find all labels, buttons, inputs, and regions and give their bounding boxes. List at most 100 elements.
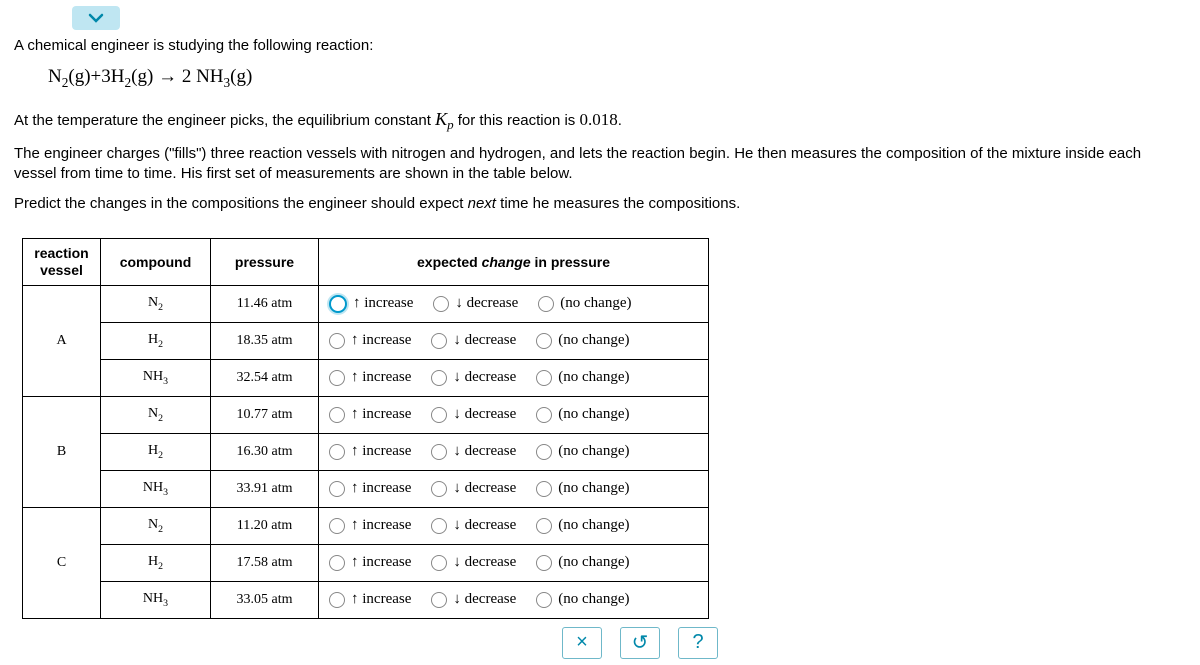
radio-increase[interactable] — [329, 407, 345, 423]
radio-label-increase: ↑ increase — [351, 480, 411, 497]
radio-increase[interactable] — [329, 518, 345, 534]
radio-nochange[interactable] — [536, 333, 552, 349]
expected-change-cell: ↑ increase ↓ decrease (no change) — [319, 544, 709, 581]
radio-label-decrease: ↓ decrease — [455, 295, 518, 312]
radio-increase[interactable] — [329, 592, 345, 608]
compound-cell: H2 — [101, 433, 211, 470]
x-icon: × — [576, 631, 588, 654]
radio-nochange[interactable] — [538, 296, 554, 312]
radio-label-decrease: ↓ decrease — [453, 554, 516, 571]
radio-decrease[interactable] — [431, 481, 447, 497]
expected-change-cell: ↑ increase ↓ decrease (no change) — [319, 470, 709, 507]
intro-line-3: The engineer charges ("fills") three rea… — [14, 144, 1186, 185]
radio-label-nochange: (no change) — [558, 332, 629, 349]
radio-label-decrease: ↓ decrease — [453, 332, 516, 349]
radio-label-decrease: ↓ decrease — [453, 591, 516, 608]
compound-cell: N2 — [101, 507, 211, 544]
radio-nochange[interactable] — [536, 444, 552, 460]
radio-increase[interactable] — [329, 295, 347, 313]
collapse-toggle[interactable] — [72, 6, 120, 30]
radio-label-increase: ↑ increase — [351, 406, 411, 423]
vessel-id: B — [23, 396, 101, 507]
compound-cell: NH3 — [101, 581, 211, 618]
radio-decrease[interactable] — [431, 333, 447, 349]
radio-label-increase: ↑ increase — [351, 332, 411, 349]
pressure-cell: 17.58 atm — [211, 544, 319, 581]
radio-increase[interactable] — [329, 555, 345, 571]
pressure-cell: 10.77 atm — [211, 396, 319, 433]
reaction-equation: N2(g)+3H2(g) → 2 NH3(g) — [48, 66, 1186, 91]
intro-line-2: At the temperature the engineer picks, t… — [14, 107, 1186, 134]
compound-cell: NH3 — [101, 470, 211, 507]
radio-decrease[interactable] — [431, 444, 447, 460]
radio-decrease[interactable] — [431, 370, 447, 386]
radio-label-increase: ↑ increase — [351, 591, 411, 608]
pressure-cell: 33.05 atm — [211, 581, 319, 618]
radio-label-increase: ↑ increase — [351, 369, 411, 386]
radio-nochange[interactable] — [536, 555, 552, 571]
radio-label-nochange: (no change) — [558, 591, 629, 608]
radio-label-decrease: ↓ decrease — [453, 480, 516, 497]
radio-nochange[interactable] — [536, 407, 552, 423]
radio-increase[interactable] — [329, 444, 345, 460]
radio-decrease[interactable] — [431, 407, 447, 423]
pressure-cell: 18.35 atm — [211, 322, 319, 359]
pressure-cell: 11.20 atm — [211, 507, 319, 544]
pressure-cell: 33.91 atm — [211, 470, 319, 507]
radio-nochange[interactable] — [536, 481, 552, 497]
radio-increase[interactable] — [329, 481, 345, 497]
pressure-cell: 32.54 atm — [211, 359, 319, 396]
clear-button[interactable]: × — [562, 627, 602, 659]
radio-increase[interactable] — [329, 370, 345, 386]
header-change: expected change in pressure — [319, 239, 709, 286]
expected-change-cell: ↑ increase ↓ decrease (no change) — [319, 285, 709, 322]
expected-change-cell: ↑ increase ↓ decrease (no change) — [319, 359, 709, 396]
radio-label-increase: ↑ increase — [351, 517, 411, 534]
compound-cell: H2 — [101, 322, 211, 359]
vessel-id: C — [23, 507, 101, 618]
radio-increase[interactable] — [329, 333, 345, 349]
expected-change-cell: ↑ increase ↓ decrease (no change) — [319, 581, 709, 618]
compound-cell: H2 — [101, 544, 211, 581]
radio-label-increase: ↑ increase — [351, 554, 411, 571]
intro-line-4: Predict the changes in the compositions … — [14, 194, 1186, 214]
expected-change-cell: ↑ increase ↓ decrease (no change) — [319, 396, 709, 433]
reset-button[interactable]: ↺ — [620, 627, 660, 659]
radio-decrease[interactable] — [431, 518, 447, 534]
compound-cell: N2 — [101, 396, 211, 433]
radio-label-nochange: (no change) — [558, 554, 629, 571]
radio-label-nochange: (no change) — [558, 406, 629, 423]
expected-change-cell: ↑ increase ↓ decrease (no change) — [319, 433, 709, 470]
chevron-down-icon — [88, 13, 104, 23]
header-vessel: reaction vessel — [23, 239, 101, 286]
radio-label-nochange: (no change) — [560, 295, 631, 312]
header-compound: compound — [101, 239, 211, 286]
expected-change-cell: ↑ increase ↓ decrease (no change) — [319, 322, 709, 359]
radio-nochange[interactable] — [536, 370, 552, 386]
radio-nochange[interactable] — [536, 592, 552, 608]
radio-label-nochange: (no change) — [558, 517, 629, 534]
radio-decrease[interactable] — [431, 555, 447, 571]
measurements-table: reaction vessel compound pressure expect… — [22, 238, 709, 619]
compound-cell: NH3 — [101, 359, 211, 396]
radio-decrease[interactable] — [433, 296, 449, 312]
header-pressure: pressure — [211, 239, 319, 286]
radio-label-nochange: (no change) — [558, 480, 629, 497]
radio-label-decrease: ↓ decrease — [453, 369, 516, 386]
pressure-cell: 16.30 atm — [211, 433, 319, 470]
radio-label-nochange: (no change) — [558, 443, 629, 460]
compound-cell: N2 — [101, 285, 211, 322]
radio-decrease[interactable] — [431, 592, 447, 608]
radio-label-decrease: ↓ decrease — [453, 443, 516, 460]
reset-icon: ↺ — [632, 630, 649, 655]
help-icon: ? — [692, 631, 703, 654]
radio-nochange[interactable] — [536, 518, 552, 534]
radio-label-increase: ↑ increase — [351, 443, 411, 460]
expected-change-cell: ↑ increase↓ decrease(no change) — [319, 507, 709, 544]
radio-label-increase: ↑ increase — [353, 295, 413, 312]
help-button[interactable]: ? — [678, 627, 718, 659]
radio-label-decrease: ↓ decrease — [453, 406, 516, 423]
radio-label-nochange: (no change) — [558, 369, 629, 386]
vessel-id: A — [23, 285, 101, 396]
pressure-cell: 11.46 atm — [211, 285, 319, 322]
